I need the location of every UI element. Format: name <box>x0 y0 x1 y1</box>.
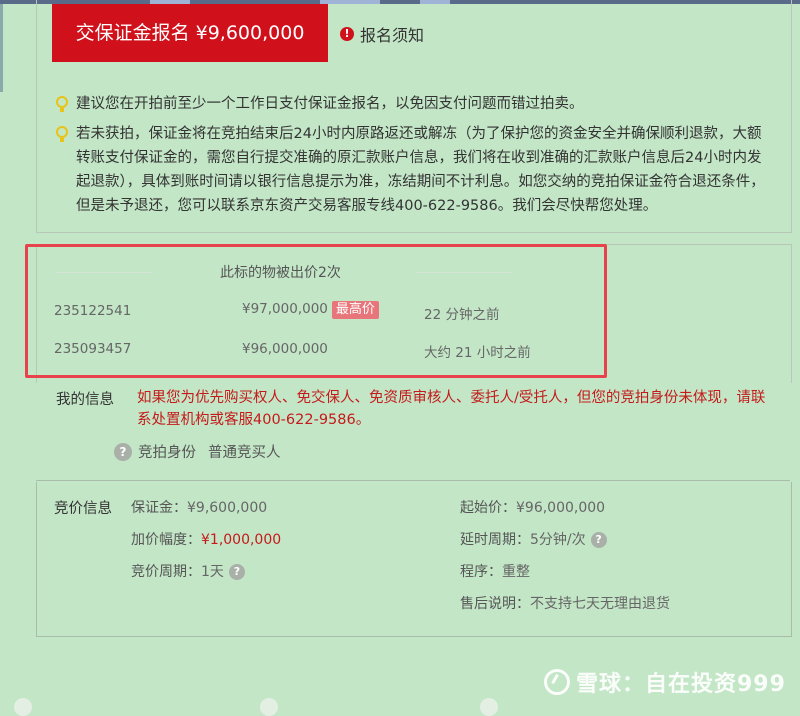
bidding-terms-label: 竞价信息 <box>54 501 112 517</box>
help-icon[interactable]: ? <box>590 532 607 548</box>
bidder-identity: ? 竞拍身份 普通竞买人 <box>114 441 281 462</box>
red-highlight-annotation <box>25 244 607 378</box>
tip-item-1: 建议您在开拍前至少一个工作日支付保证金报名，以免因支付问题而错过拍卖。 <box>56 92 756 116</box>
deposit-signup-button[interactable]: 交保证金报名 ¥9,600,000 <box>52 4 328 62</box>
section-divider <box>36 480 790 481</box>
help-icon[interactable]: ? <box>114 442 132 461</box>
xueqiu-watermark: 雪球：自在投资999 <box>544 666 786 698</box>
lightbulb-icon <box>56 96 68 112</box>
bottom-decor <box>14 698 32 716</box>
identity-label: 竞拍身份 <box>138 445 196 461</box>
term-cycle: 竞价周期：1天? <box>131 561 245 581</box>
signup-notice-link[interactable]: ! 报名须知 <box>340 22 424 46</box>
term-deposit-value: ¥9,600,000 <box>187 500 268 516</box>
lightbulb-icon <box>56 126 68 142</box>
term-deposit: 保证金：¥9,600,000 <box>131 497 267 517</box>
term-increment: 加价幅度：¥1,000,000 <box>131 529 281 549</box>
term-extension: 延时周期：5分钟/次? <box>460 529 607 549</box>
alert-icon: ! <box>340 27 354 41</box>
bottom-decor <box>480 698 498 716</box>
term-start-price: 起始价：¥96,000,000 <box>460 497 605 517</box>
term-extend-label: 延时周期： <box>460 532 530 548</box>
snowball-logo-icon <box>544 669 570 695</box>
bottom-decor <box>260 698 278 716</box>
term-increment-label: 加价幅度： <box>131 532 201 548</box>
term-aftersale-label: 售后说明： <box>460 596 530 612</box>
tip-text-2: 若未获拍，保证金将在竞拍结束后24小时内原路返还或解冻（为了保护您的资金安全并确… <box>76 126 765 214</box>
help-icon[interactable]: ? <box>228 564 245 580</box>
term-aftersale-value: 不支持七天无理由退货 <box>530 596 670 612</box>
watermark-text: 雪球：自在投资999 <box>576 672 786 697</box>
signup-notice-label: 报名须知 <box>360 26 425 45</box>
term-procedure-value: 重整 <box>502 564 530 580</box>
term-procedure-label: 程序： <box>460 564 502 580</box>
term-cycle-label: 竞价周期： <box>131 564 201 580</box>
term-start-label: 起始价： <box>460 500 516 516</box>
term-cycle-value: 1天 <box>201 564 224 580</box>
tip-item-2: 若未获拍，保证金将在竞拍结束后24小时内原路返还或解冻（为了保护您的资金安全并确… <box>56 122 768 218</box>
term-start-value: ¥96,000,000 <box>516 500 606 516</box>
term-deposit-label: 保证金： <box>131 500 187 516</box>
term-increment-value: ¥1,000,000 <box>201 532 282 548</box>
my-info-label: 我的信息 <box>56 392 114 408</box>
tip-text-1: 建议您在开拍前至少一个工作日支付保证金报名，以免因支付问题而错过拍卖。 <box>76 96 584 112</box>
my-info-warning: 如果您为优先购买权人、免交保人、免资质审核人、委托人/受托人，但您的竞拍身份未体… <box>137 390 766 428</box>
identity-value: 普通竞买人 <box>208 445 281 461</box>
left-scroll-edge <box>0 4 3 92</box>
term-procedure: 程序：重整 <box>460 561 530 581</box>
term-extend-value: 5分钟/次 <box>530 532 586 548</box>
term-aftersale: 售后说明：不支持七天无理由退货 <box>460 593 670 613</box>
